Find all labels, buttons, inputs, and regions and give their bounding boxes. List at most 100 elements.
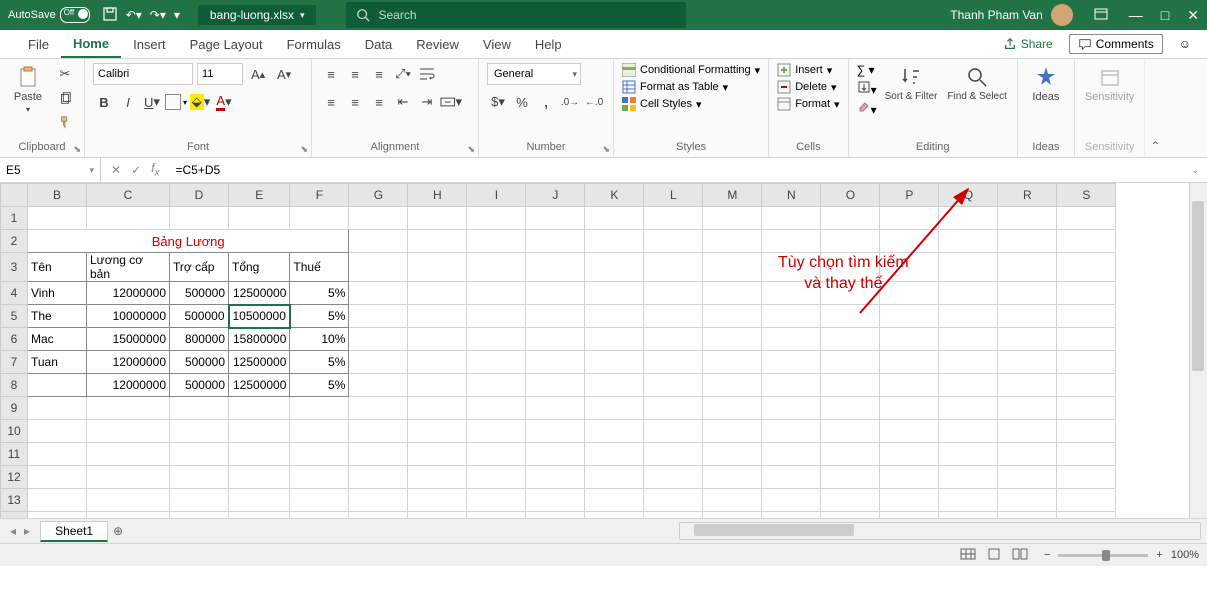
cell[interactable]: [939, 512, 998, 519]
cell[interactable]: [467, 282, 526, 305]
conditional-formatting-button[interactable]: Conditional Formatting ▾: [622, 63, 760, 77]
cell[interactable]: [349, 397, 408, 420]
expand-formula-icon[interactable]: ⌄: [1183, 165, 1207, 176]
col-header[interactable]: P: [880, 184, 939, 207]
launcher-icon[interactable]: ⬊: [300, 144, 308, 155]
cell[interactable]: Lương cơ bản: [87, 253, 170, 282]
cell[interactable]: [87, 512, 170, 519]
cell[interactable]: [762, 374, 821, 397]
cell[interactable]: Vinh: [28, 282, 87, 305]
align-left-icon[interactable]: ≡: [320, 91, 342, 113]
copy-icon[interactable]: [54, 87, 76, 109]
cell[interactable]: 5%: [290, 374, 349, 397]
cell[interactable]: 500000: [170, 305, 229, 328]
cell[interactable]: [467, 374, 526, 397]
cell[interactable]: [290, 512, 349, 519]
cell[interactable]: [703, 282, 762, 305]
cell[interactable]: [585, 443, 644, 466]
cell[interactable]: [880, 351, 939, 374]
cell[interactable]: [349, 351, 408, 374]
filename[interactable]: bang-luong.xlsx▾: [198, 5, 317, 25]
cell[interactable]: [644, 328, 703, 351]
cell[interactable]: [998, 443, 1057, 466]
cell[interactable]: [644, 397, 703, 420]
bold-icon[interactable]: B: [93, 91, 115, 113]
cell[interactable]: [644, 253, 703, 282]
cell[interactable]: [821, 282, 880, 305]
cell[interactable]: 12500000: [229, 374, 290, 397]
cell[interactable]: [28, 466, 87, 489]
cell[interactable]: [821, 397, 880, 420]
cell[interactable]: [467, 466, 526, 489]
cell[interactable]: [644, 230, 703, 253]
row-header[interactable]: 5: [1, 305, 28, 328]
align-bottom-icon[interactable]: ≡: [368, 63, 390, 85]
border-icon[interactable]: [165, 94, 181, 110]
align-center-icon[interactable]: ≡: [344, 91, 366, 113]
cell[interactable]: [408, 397, 467, 420]
sheet-nav-next-icon[interactable]: ▸: [24, 524, 30, 538]
cell[interactable]: 15800000: [229, 328, 290, 351]
share-button[interactable]: Share: [1003, 37, 1053, 51]
cell[interactable]: [585, 489, 644, 512]
cell[interactable]: [703, 489, 762, 512]
cell[interactable]: [762, 397, 821, 420]
tab-page-layout[interactable]: Page Layout: [178, 32, 275, 57]
cell[interactable]: Tổng: [229, 253, 290, 282]
cell[interactable]: [585, 253, 644, 282]
cell[interactable]: [644, 489, 703, 512]
cell[interactable]: [526, 305, 585, 328]
cell[interactable]: [703, 512, 762, 519]
cut-icon[interactable]: ✂: [54, 63, 76, 85]
cell[interactable]: [880, 230, 939, 253]
horizontal-scrollbar[interactable]: [679, 522, 1201, 540]
currency-icon[interactable]: $▾: [487, 91, 509, 113]
enter-icon[interactable]: ✓: [131, 163, 141, 177]
indent-dec-icon[interactable]: ⇤: [392, 91, 414, 113]
cell[interactable]: [170, 207, 229, 230]
cell[interactable]: [1057, 420, 1116, 443]
cell[interactable]: [1057, 374, 1116, 397]
col-header[interactable]: S: [1057, 184, 1116, 207]
col-header[interactable]: M: [703, 184, 762, 207]
cell[interactable]: [762, 420, 821, 443]
normal-view-icon[interactable]: [960, 548, 976, 563]
cell[interactable]: [290, 207, 349, 230]
col-header[interactable]: R: [998, 184, 1057, 207]
cell[interactable]: [170, 443, 229, 466]
cell[interactable]: [821, 351, 880, 374]
cell[interactable]: 10500000: [229, 305, 290, 328]
col-header[interactable]: K: [585, 184, 644, 207]
zoom-level[interactable]: 100%: [1171, 549, 1199, 561]
cell[interactable]: [821, 443, 880, 466]
sheet-nav-prev-icon[interactable]: ◂: [10, 524, 16, 538]
cell-styles-button[interactable]: Cell Styles ▾: [622, 97, 702, 111]
cell[interactable]: Thuế: [290, 253, 349, 282]
cell[interactable]: [467, 305, 526, 328]
col-header[interactable]: N: [762, 184, 821, 207]
cell[interactable]: [408, 305, 467, 328]
cell[interactable]: [349, 374, 408, 397]
cell[interactable]: [1057, 443, 1116, 466]
clear-icon[interactable]: ▾: [857, 100, 877, 117]
cell[interactable]: [526, 397, 585, 420]
cell[interactable]: [526, 230, 585, 253]
cell[interactable]: [87, 489, 170, 512]
cell[interactable]: [644, 374, 703, 397]
cell[interactable]: [526, 351, 585, 374]
cell[interactable]: [1057, 305, 1116, 328]
page-break-view-icon[interactable]: [1012, 548, 1028, 563]
cell[interactable]: [762, 489, 821, 512]
maximize-icon[interactable]: □: [1161, 7, 1169, 24]
cell[interactable]: 800000: [170, 328, 229, 351]
col-header[interactable]: D: [170, 184, 229, 207]
row-header[interactable]: 8: [1, 374, 28, 397]
cell[interactable]: [1057, 282, 1116, 305]
worksheet-grid[interactable]: BCDEFGHIJKLMNOPQRS12Bảng Lương3TênLương …: [0, 183, 1207, 518]
row-header[interactable]: 6: [1, 328, 28, 351]
cell[interactable]: [880, 397, 939, 420]
cell[interactable]: [408, 374, 467, 397]
name-box[interactable]: E5▾: [0, 158, 101, 182]
cell[interactable]: [28, 443, 87, 466]
cell[interactable]: [585, 305, 644, 328]
